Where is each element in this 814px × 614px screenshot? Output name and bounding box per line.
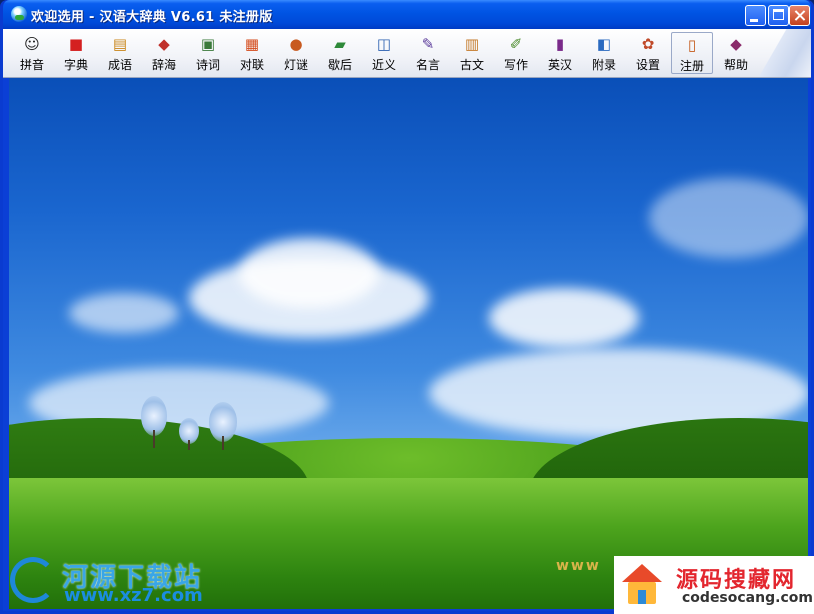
poem-icon: ▣ bbox=[200, 35, 216, 53]
xz7-logo-icon bbox=[10, 557, 56, 603]
toolbar-button-17[interactable]: ◆ 帮助 bbox=[715, 32, 757, 74]
toolbar-button-label: 设置 bbox=[635, 58, 660, 72]
toolbar-button-label: 近义 bbox=[371, 58, 396, 72]
scroll-icon: ▤ bbox=[112, 35, 128, 53]
toolbar-button-label: 附录 bbox=[591, 58, 616, 72]
lantern-icon: ● bbox=[289, 35, 303, 53]
close-button[interactable] bbox=[789, 5, 810, 26]
main-toolbar: ☺ 拼音 ■ 字典 ▤ 成语 ◆ 辞海 ▣ 诗词 ▦ 对联 ● 灯谜 ▰ 歇后 ◫ 近义 ✎ 名言 ▥ 古文 ✐ 写作 ▮ 英汉 ◧… bbox=[3, 29, 811, 78]
tree-trunk bbox=[188, 440, 190, 450]
toolbar-button-label: 辞海 bbox=[151, 58, 176, 72]
toolbar-button-label: 灯谜 bbox=[283, 58, 308, 72]
watermark-codesocang: 源码搜藏网 codesocang.com bbox=[614, 556, 814, 614]
tree-trunk bbox=[222, 436, 224, 450]
watermark-www: www bbox=[556, 558, 601, 574]
register-icon: ▯ bbox=[687, 36, 697, 54]
toolbar-button-11[interactable]: ▥ 古文 bbox=[451, 32, 493, 74]
red-book-icon: ■ bbox=[68, 35, 84, 53]
toolbar-button-label: 歇后 bbox=[327, 58, 352, 72]
toolbar-button-7[interactable]: ● 灯谜 bbox=[275, 32, 317, 74]
stack-icon: ▰ bbox=[334, 35, 346, 53]
cloud bbox=[649, 178, 808, 258]
toolbar-button-label: 名言 bbox=[415, 58, 440, 72]
toolbar-button-label: 对联 bbox=[239, 58, 264, 72]
toolbar-button-label: 古文 bbox=[459, 58, 484, 72]
toolbar-button-1[interactable]: ☺ 拼音 bbox=[11, 32, 53, 74]
toolbar-button-label: 拼音 bbox=[19, 58, 44, 72]
note-icon: ✎ bbox=[421, 35, 435, 53]
minimize-button[interactable] bbox=[745, 5, 766, 26]
watermark-left-url: www.xz7.com bbox=[64, 585, 203, 606]
bookshelf-icon: ▮ bbox=[555, 35, 565, 53]
ancient-book-icon: ▥ bbox=[464, 35, 480, 53]
wallpaper-scene bbox=[9, 78, 808, 609]
app-icon[interactable] bbox=[11, 6, 27, 22]
app-window: 欢迎选用 - 汉语大辞典 V6.61 未注册版 ☺ 拼音 ■ 字典 ▤ 成语 ◆ 辞海 ▣ 诗词 ▦… bbox=[0, 0, 814, 614]
tree-trunk bbox=[153, 430, 155, 448]
open-book-icon: ◫ bbox=[376, 35, 392, 53]
toolbar-button-4[interactable]: ◆ 辞海 bbox=[143, 32, 185, 74]
toolbar-button-9[interactable]: ◫ 近义 bbox=[363, 32, 405, 74]
cloud bbox=[489, 288, 639, 348]
toolbar-button-label: 诗词 bbox=[195, 58, 220, 72]
toolbar-button-6[interactable]: ▦ 对联 bbox=[231, 32, 273, 74]
cloud bbox=[69, 293, 179, 333]
toolbar-button-5[interactable]: ▣ 诗词 bbox=[187, 32, 229, 74]
settings-icon: ✿ bbox=[641, 35, 655, 53]
toolbar-button-label: 成语 bbox=[107, 58, 132, 72]
toolbar-button-label: 英汉 bbox=[547, 58, 572, 72]
maximize-button[interactable] bbox=[768, 5, 789, 26]
toolbar-button-12[interactable]: ✐ 写作 bbox=[495, 32, 537, 74]
toolbar-button-8[interactable]: ▰ 歇后 bbox=[319, 32, 361, 74]
toolbar-decoration bbox=[751, 29, 811, 77]
toolbar-button-label: 字典 bbox=[63, 58, 88, 72]
toolbar-button-3[interactable]: ▤ 成语 bbox=[99, 32, 141, 74]
appendix-icon: ◧ bbox=[596, 35, 612, 53]
cloud bbox=[239, 238, 379, 308]
books-icon: ◆ bbox=[158, 35, 170, 53]
toolbar-button-label: 注册 bbox=[679, 59, 704, 73]
watermark-xz7: 河源下载站 www.xz7.com bbox=[6, 553, 246, 611]
toolbar-button-label: 帮助 bbox=[723, 58, 748, 72]
toolbar-button-15[interactable]: ✿ 设置 bbox=[627, 32, 669, 74]
couplet-icon: ▦ bbox=[244, 35, 260, 53]
toolbar-button-13[interactable]: ▮ 英汉 bbox=[539, 32, 581, 74]
face-icon: ☺ bbox=[24, 35, 40, 53]
toolbar-button-16[interactable]: ▯ 注册 bbox=[671, 32, 713, 74]
help-book-icon: ◆ bbox=[730, 35, 742, 53]
toolbar-button-14[interactable]: ◧ 附录 bbox=[583, 32, 625, 74]
house-logo-icon bbox=[620, 560, 664, 608]
toolbar-button-10[interactable]: ✎ 名言 bbox=[407, 32, 449, 74]
watermark-right-url: codesocang.com bbox=[682, 590, 813, 606]
writing-icon: ✐ bbox=[509, 35, 523, 53]
title-bar[interactable]: 欢迎选用 - 汉语大辞典 V6.61 未注册版 bbox=[3, 0, 811, 29]
toolbar-button-label: 写作 bbox=[503, 58, 528, 72]
window-title: 欢迎选用 - 汉语大辞典 V6.61 未注册版 bbox=[31, 10, 273, 25]
toolbar-button-2[interactable]: ■ 字典 bbox=[55, 32, 97, 74]
